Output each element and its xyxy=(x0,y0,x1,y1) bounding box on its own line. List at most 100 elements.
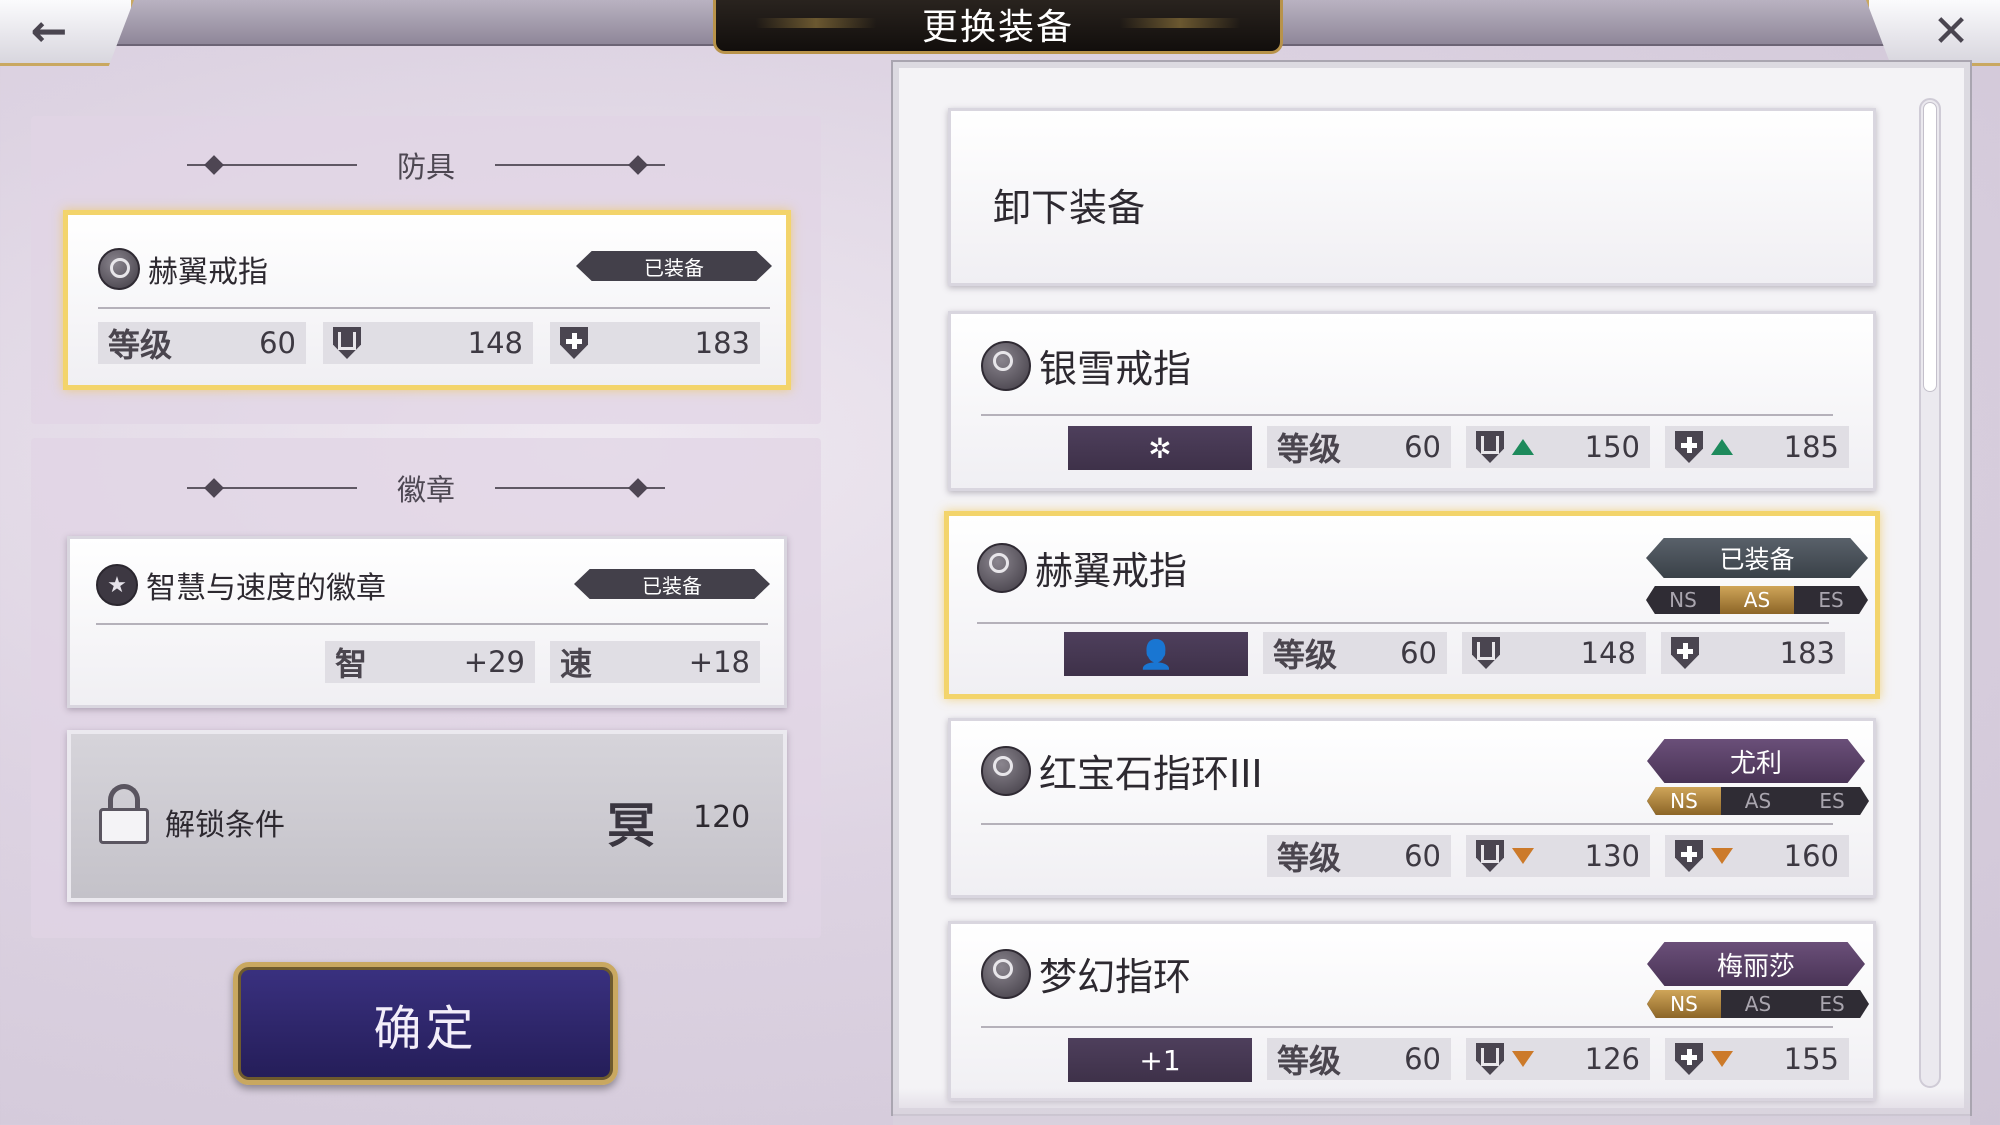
defense-stat: 130 xyxy=(1466,835,1650,877)
magic-defense-stat: 160 xyxy=(1665,835,1849,877)
level-stat: 等级 60 xyxy=(1267,1038,1451,1080)
item-name-text: 梦幻指环 xyxy=(1039,955,1192,999)
enhance-level-box: +1 xyxy=(1068,1038,1252,1082)
header-ornament-right xyxy=(495,164,665,166)
defense-stat: 148 xyxy=(323,322,533,364)
level-value: 60 xyxy=(1404,1042,1441,1076)
increase-arrow-icon xyxy=(1512,439,1534,455)
character-icon-box: 👤 xyxy=(1064,632,1248,676)
ring-icon xyxy=(981,745,1031,796)
level-label: 等级 xyxy=(1273,636,1338,674)
item-name-text: 银雪戒指 xyxy=(1039,347,1192,391)
defense-stat: 148 xyxy=(1462,632,1646,674)
intelligence-value: +29 xyxy=(463,645,525,679)
magic-defense-shield-icon xyxy=(1671,637,1699,669)
decrease-arrow-icon xyxy=(1711,1051,1733,1067)
series-indicator: NS AS ES xyxy=(1646,586,1868,614)
magic-defense-value: 185 xyxy=(1783,430,1839,464)
badge-name: ★ 智慧与速度的徽章 xyxy=(96,563,386,607)
series-as: AS xyxy=(1744,789,1772,813)
level-value: 60 xyxy=(1404,839,1441,873)
speed-label: 速 xyxy=(560,645,593,683)
item-name: 梦幻指环 xyxy=(981,946,1191,1001)
level-label: 等级 xyxy=(1277,839,1342,877)
list-item-selected[interactable]: 赫翼戒指 已装备 NS AS ES 👤 等级 60 148 183 xyxy=(944,511,1880,699)
list-item[interactable]: 红宝石指环III 尤利 NS AS ES 等级 60 130 160 xyxy=(948,718,1876,898)
magic-defense-shield-icon xyxy=(1675,1043,1703,1075)
divider xyxy=(981,823,1833,825)
confirm-label: 确定 xyxy=(373,1000,478,1057)
defense-value: 148 xyxy=(1580,636,1636,670)
armor-section-header: 防具 xyxy=(31,145,821,185)
divider xyxy=(98,307,770,309)
defense-shield-icon xyxy=(1476,431,1504,463)
character-tag: 尤利 xyxy=(1647,739,1865,783)
unequip-option[interactable]: 卸下装备 xyxy=(948,108,1876,286)
intelligence-stat: 智 +29 xyxy=(325,641,535,683)
level-label: 等级 xyxy=(1277,430,1342,468)
confirm-button[interactable]: 确定 xyxy=(233,962,618,1085)
magic-defense-value: 183 xyxy=(1779,636,1835,670)
level-stat: 等级 60 xyxy=(1267,835,1451,877)
item-name-text: 赫翼戒指 xyxy=(1035,549,1188,593)
equipped-armor-card[interactable]: 赫翼戒指 已装备 等级 60 148 183 xyxy=(63,210,791,390)
close-icon: ✕ xyxy=(1932,6,1970,57)
defense-stat: 150 xyxy=(1466,426,1650,468)
divider xyxy=(977,622,1829,624)
header-ornament-right xyxy=(495,487,665,489)
back-button[interactable]: ← xyxy=(0,0,134,66)
list-fade xyxy=(893,1088,1970,1125)
item-name: 红宝石指环III xyxy=(981,743,1263,798)
magic-defense-stat: 183 xyxy=(1661,632,1845,674)
decrease-arrow-icon xyxy=(1512,848,1534,864)
back-arrow-icon: ← xyxy=(30,6,68,57)
list-item[interactable]: 梦幻指环 梅丽莎 NS AS ES +1 等级 60 126 155 xyxy=(948,921,1876,1101)
divider xyxy=(981,1026,1833,1028)
series-as: AS xyxy=(1720,586,1794,614)
badge-star-icon: ★ xyxy=(96,564,138,606)
level-label: 等级 xyxy=(1277,1042,1342,1080)
ring-icon xyxy=(981,340,1031,391)
page-title: 更换装备 xyxy=(713,0,1283,54)
magic-defense-stat: 155 xyxy=(1665,1038,1849,1080)
armor-name-text: 赫翼戒指 xyxy=(148,255,268,290)
lock-icon xyxy=(99,784,149,844)
equipped-badge-card[interactable]: ★ 智慧与速度的徽章 已装备 智 +29 速 +18 xyxy=(67,536,787,708)
badge-section-header: 徽章 xyxy=(31,468,821,508)
magic-defense-stat: 185 xyxy=(1665,426,1849,468)
ring-icon xyxy=(977,542,1027,593)
series-indicator: NS AS ES xyxy=(1647,990,1869,1018)
level-value: 60 xyxy=(259,326,296,360)
decrease-arrow-icon xyxy=(1512,1051,1534,1067)
defense-shield-icon xyxy=(333,327,361,359)
requirement-icon: 冥 xyxy=(607,798,656,854)
speed-stat: 速 +18 xyxy=(550,641,760,683)
series-es: ES xyxy=(1819,789,1845,813)
defense-value: 130 xyxy=(1584,839,1640,873)
ring-icon xyxy=(98,248,140,290)
series-ns: NS xyxy=(1647,787,1721,815)
equipped-tag: 已装备 xyxy=(574,569,770,599)
magic-defense-stat: 183 xyxy=(550,322,760,364)
equipped-tag: 已装备 xyxy=(576,251,772,281)
series-ns: NS xyxy=(1647,990,1721,1018)
level-label: 等级 xyxy=(108,326,173,364)
divider xyxy=(981,414,1833,416)
magic-defense-shield-icon xyxy=(560,327,588,359)
skill-icon-box: ✲ xyxy=(1068,426,1252,470)
magic-defense-value: 183 xyxy=(694,326,750,360)
close-button[interactable]: ✕ xyxy=(1866,0,2000,66)
level-stat: 等级 60 xyxy=(98,322,306,364)
level-stat: 等级 60 xyxy=(1267,426,1451,468)
series-es: ES xyxy=(1818,588,1844,612)
series-indicator: NS AS ES xyxy=(1647,787,1869,815)
locked-slot-card[interactable]: 解锁条件 冥 120 xyxy=(67,730,787,902)
list-scrollbar-thumb[interactable] xyxy=(1923,102,1937,392)
page-title-text: 更换装备 xyxy=(921,6,1074,48)
defense-shield-icon xyxy=(1472,637,1500,669)
list-item[interactable]: 银雪戒指 ✲ 等级 60 150 185 xyxy=(948,311,1876,491)
level-value: 60 xyxy=(1404,430,1441,464)
magic-defense-shield-icon xyxy=(1675,840,1703,872)
magic-defense-value: 160 xyxy=(1783,839,1839,873)
decrease-arrow-icon xyxy=(1711,848,1733,864)
